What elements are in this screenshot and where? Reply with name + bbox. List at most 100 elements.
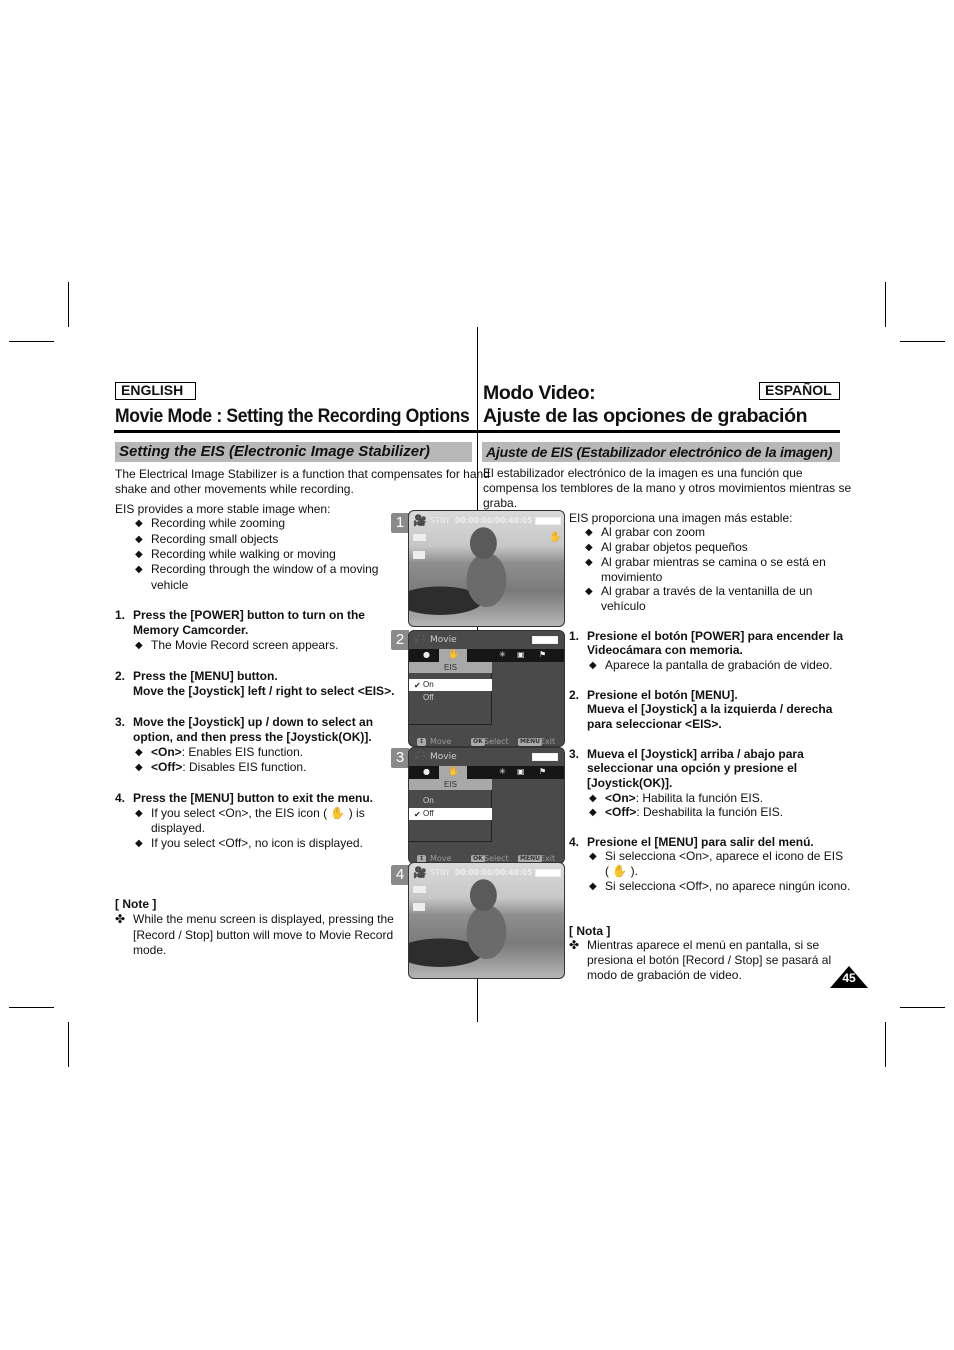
resolution-icon [413,534,426,541]
movie-camera-icon: 🎥 [414,633,427,644]
english-note-line: mode. [133,943,167,957]
eis-icon: ✋ [448,767,460,777]
menu-header: 🎥 Movie [409,631,564,648]
menu-option-on[interactable]: On [409,795,492,807]
bullet-icon: ◆ [135,534,143,545]
select-hint: Select [484,737,509,746]
white-balance-icon: ✳ [499,767,506,776]
spanish-step-text: seleccionar una opción y presione el [587,761,798,775]
crop-mark [9,1007,54,1008]
crop-mark [68,1022,69,1067]
menu-tab-eis[interactable]: ✋ [439,766,467,780]
crop-mark [900,1007,945,1008]
english-note-title: [ Note ] [115,897,157,911]
menu-option-on[interactable]: On [409,679,492,691]
spanish-intro-line: graba. [483,496,518,510]
bullet-icon: ◆ [135,762,143,773]
english-option-off: <Off>: Disables EIS function. [151,760,306,775]
scene-icon: ● [423,767,430,776]
bullet-icon: ◆ [585,542,593,553]
bullet-icon: ◆ [589,660,597,671]
english-step-text: Press the [MENU] button. [133,669,278,683]
spanish-provides: EIS proporciona una imagen más estable: [569,511,793,525]
note-icon: ✤ [115,912,126,926]
crop-mark [900,341,945,342]
english-step-number: 1. [115,608,126,622]
bullet-icon: ◆ [589,793,597,804]
effect-icon: ▣ [517,767,525,776]
english-step-bullet: The Movie Record screen appears. [151,638,339,652]
spanish-condition: Al grabar con zoom [601,525,706,539]
status-text: STBY [430,516,450,525]
spanish-condition: Al grabar a través de la ventanilla de u… [601,584,813,598]
english-step-text: Move the [Joystick] up / down to select … [133,715,374,729]
spanish-step-text: para seleccionar <EIS>. [587,717,722,731]
timecode: 00:00:00/00:40:05 [455,868,533,877]
camcorder-menu-screen: 🎥 Movie ✋ ● ✳ ▣ ⚑ EIS On ✔ Off ↕ Move OK… [408,630,565,747]
english-step-bullet: displayed. [151,821,206,835]
bullet-icon: ◆ [135,808,143,819]
english-step-text: Move the [Joystick] left / right to sele… [133,684,395,698]
joystick-icon: ↕ [417,737,427,746]
status-text: STBY [430,868,450,877]
resolution-icon [413,886,426,893]
spanish-step-bullet: Aparece la pantalla de grabación de vide… [605,658,833,672]
spanish-option-on: <On>: Habilita la función EIS. [605,791,763,806]
spanish-step-text: Videocámara con memoria. [587,643,743,657]
movie-camera-icon: 🎥 [413,866,427,879]
english-condition: Recording small objects [151,532,279,546]
bullet-icon: ◆ [585,557,593,568]
battery-icon [535,517,561,525]
bullet-icon: ◆ [135,747,143,758]
bullet-icon: ◆ [135,564,143,575]
movie-camera-icon: 🎥 [414,750,427,761]
screen-step-number: 3 [391,748,409,768]
option-desc: : Enables EIS function. [181,745,304,759]
screen-step-number: 1 [391,513,409,533]
english-step-bullet: If you select <On>, the EIS icon ( ✋ ) i… [151,806,365,820]
spanish-step-number: 2. [569,688,580,702]
bullet-icon: ◆ [135,518,143,529]
eis-icon: ✋ [549,532,562,543]
english-condition: Recording through the window of a moving [151,562,379,576]
english-step-number: 3. [115,715,126,729]
spanish-option-off: <Off>: Deshabilita la función EIS. [605,805,783,820]
crop-mark [885,1022,886,1067]
spanish-step-bullet: Si selecciona <On>, aparece el icono de … [605,849,844,863]
english-label: ENGLISH [115,382,196,400]
english-note-line: [Record / Stop] button will move to Movi… [133,928,394,942]
spanish-note-line: Mientras aparece el menú en pantalla, si… [587,938,820,952]
eis-icon: ✋ [448,650,460,660]
spanish-note-line: presiona el botón [Record / Stop] se pas… [587,953,832,967]
quality-icon [413,903,425,911]
bullet-icon: ◆ [135,640,143,651]
english-step-number: 4. [115,791,126,805]
english-condition: Recording while walking or moving [151,547,336,561]
option-desc: : Habilita la función EIS. [635,791,764,805]
bullet-icon: ◆ [585,586,593,597]
english-step-text: option, and then press the [Joystick(OK)… [133,730,372,744]
screen-step-number: 4 [391,865,409,885]
english-option-on: <On>: Enables EIS function. [151,745,303,760]
menu-tab-eis[interactable]: ✋ [439,649,467,663]
option-key: <On> [605,791,636,805]
menu-option-off[interactable]: Off [409,808,492,820]
crop-mark [68,282,69,327]
spanish-condition: vehículo [601,599,646,613]
menu-item-title: EIS [409,779,492,790]
english-note-line: While the menu screen is displayed, pres… [133,912,394,926]
battery-icon [532,636,558,644]
menu-footer: ↕ Move OK Select MENU Exit [409,845,564,863]
check-icon: ✔ [414,810,421,819]
spanish-step-number: 1. [569,629,580,643]
scene-icon: ● [423,650,430,659]
bullet-icon: ◆ [135,838,143,849]
focus-icon: ⚑ [539,650,547,659]
mode-label: Movie [430,635,457,645]
spanish-step-text: Mueva el [Joystick] arriba / abajo para [587,747,804,761]
spanish-step-bullet: Si selecciona <Off>, no aparece ningún i… [605,879,851,893]
option-key: <On> [151,745,182,759]
english-step-bullet: If you select <Off>, no icon is displaye… [151,836,363,850]
spanish-condition: Al grabar objetos pequeños [601,540,748,554]
menu-option-off[interactable]: Off [409,692,492,704]
